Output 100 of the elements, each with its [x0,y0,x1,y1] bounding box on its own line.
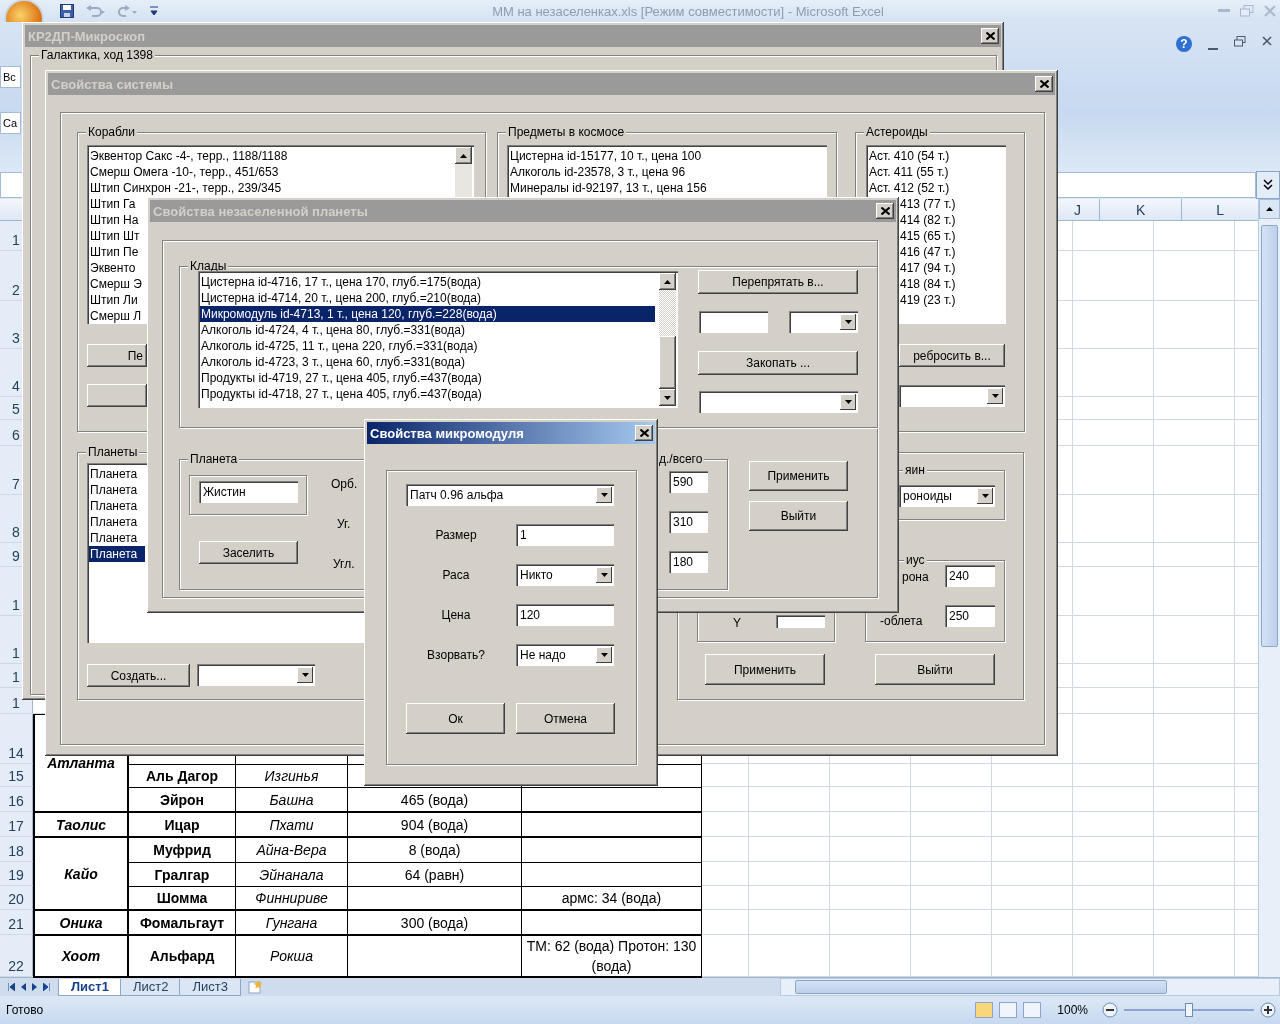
row-header[interactable]: 18 [0,837,33,862]
button[interactable]: Создать... [87,664,190,687]
close-icon[interactable] [1262,36,1272,46]
list-item[interactable]: Цистерна id-15177, 10 т., цена 100 [509,148,703,164]
row-header[interactable]: 19 [0,862,33,886]
list-item[interactable]: Минералы id-92197, 13 т., цена 156 [509,180,708,196]
close-button[interactable] [876,203,894,219]
skip-right-icon[interactable] [43,983,50,992]
scroll-up-button[interactable] [659,273,676,290]
button[interactable]: Применить [705,654,825,685]
dropdown[interactable]: Никто [516,564,614,586]
row-header[interactable]: 21 [0,910,33,935]
text-field[interactable]: 250 [945,605,995,627]
list-item[interactable]: Аст. 411 (55 т.) [868,164,950,180]
restore-icon[interactable] [1234,36,1246,48]
list-item[interactable]: Штип Га [89,196,145,212]
text-field[interactable]: 120 [516,604,614,626]
list-item[interactable]: Микромодуль id-4713, 1 т., цена 120, глуб.=228(вода) [200,306,655,322]
text-field[interactable]: 590 [669,471,708,493]
list-item[interactable]: Алкоголь id-23578, 3 т., цена 96 [509,164,687,180]
list-item[interactable]: 414 (82 т.) [899,212,957,228]
text-field[interactable]: 1 [516,524,614,546]
vertical-scrollbar[interactable] [1258,199,1280,978]
button[interactable]: Закопать ... [698,351,858,375]
dropdown[interactable] [899,385,1005,407]
list-item[interactable]: 417 (94 т.) [899,260,957,276]
button[interactable]: Ок [406,703,505,734]
list-item[interactable]: Алкоголь id-4723, 3 т., цена 60, глуб.=331(вода) [200,354,655,370]
button[interactable]: Выйти [875,654,995,685]
list-item[interactable]: Планета [89,546,145,562]
scroll-down-button[interactable] [659,389,676,406]
list-item[interactable]: Алкоголь id-4725, 11 т., цена 220, глуб.=331(вода) [200,338,655,354]
scrollbar-thumb[interactable] [659,336,676,389]
list-item[interactable]: 415 (65 т.) [899,228,957,244]
list-item[interactable]: Цистерна id-4716, 17 т., цена 170, глуб.=175(вода) [200,274,655,290]
dropdown[interactable] [789,311,858,333]
list-item[interactable]: Алкоголь id-4724, 4 т., цена 80, глуб.=331(вода) [200,322,655,338]
scroll-up-button[interactable] [1259,199,1280,220]
list-item[interactable]: Планета [89,514,145,530]
list-item[interactable]: 413 (77 т.) [899,196,957,212]
list-item[interactable]: Аст. 412 (52 т.) [868,180,951,196]
scrollbar[interactable] [659,273,676,406]
text-field[interactable]: Жистин [199,481,298,503]
list-item[interactable]: Смерш Омега -10-, терр., 451/653 [89,164,280,180]
skip-left-icon[interactable] [8,983,15,992]
dropdown-caret-icon[interactable] [150,6,158,16]
list-item[interactable]: Смерш Л [89,308,145,324]
list-item[interactable]: Штип Ли [89,292,145,308]
list-item[interactable]: 416 (47 т.) [899,244,957,260]
row-header[interactable]: 15 [0,764,33,787]
dropdown[interactable]: Не надо [516,644,614,666]
horizontal-scrollbar[interactable] [780,978,1280,997]
dropdown[interactable]: Патч 0.96 альфа [406,484,614,506]
row-header[interactable]: 16 [0,787,33,812]
list-item[interactable]: Штип На [89,212,145,228]
scroll-up-button[interactable] [455,147,472,164]
list-item[interactable]: 419 (23 т.) [899,292,957,308]
zoom-out-icon[interactable] [1102,1002,1118,1019]
list-item[interactable]: Эквенто [89,260,145,276]
list-item[interactable]: Планета [89,498,145,514]
list-box[interactable] [198,271,678,408]
row-header[interactable]: 14 [0,714,33,764]
list-item[interactable]: Эквентор Сакс -4-, терр., 1188/1188 [89,148,289,164]
scrollbar-thumb[interactable] [795,980,1167,995]
close-button[interactable] [981,28,999,44]
list-item[interactable]: Смерш Э [89,276,145,292]
row-header[interactable]: 20 [0,886,33,910]
button[interactable]: Применить [749,461,848,491]
list-item[interactable]: 418 (84 т.) [899,276,957,292]
slider-thumb[interactable] [1185,1003,1193,1018]
row-header[interactable]: 17 [0,812,33,837]
list-item[interactable]: Штип Пе [89,244,145,260]
sheet-tab[interactable]: Лист2 [119,978,182,996]
text-field[interactable]: 180 [669,551,708,573]
button[interactable]: Отмена [516,703,615,734]
scrollbar-thumb[interactable] [1261,225,1278,648]
dropdown[interactable] [699,391,858,413]
row-header[interactable]: 22 [0,935,33,977]
list-item[interactable]: Продукты id-4718, 27 т., цена 405, глуб.=437(вода) [200,386,655,402]
button[interactable]: ребросить в... [899,344,1005,367]
list-item[interactable]: Штип Шт [89,228,145,244]
list-item[interactable]: Цистерна id-4714, 20 т., цена 200, глуб.=210(вода) [200,290,655,306]
ribbon-control[interactable]: Ca [0,112,21,134]
close-button[interactable] [1035,76,1053,92]
left-triangle-icon[interactable] [21,983,26,992]
text-field[interactable] [776,615,825,628]
help-button[interactable]: ? [1176,36,1192,52]
right-triangle-icon[interactable] [32,983,37,992]
ribbon-control[interactable]: Вс [0,66,21,88]
list-item[interactable]: Планета [89,482,145,498]
button[interactable]: Выйти [749,501,848,531]
column-header[interactable]: K [1099,199,1182,221]
text-field[interactable]: 240 [945,565,995,587]
zoom-in-icon[interactable] [1260,1002,1276,1019]
list-item[interactable]: Штип Синхрон -21-, терр., 239/345 [89,180,283,196]
text-field[interactable] [699,311,768,333]
button[interactable] [87,384,147,407]
sheet-tab[interactable]: Лист1 [58,978,122,996]
dropdown[interactable]: роноиды [899,485,995,507]
list-item[interactable]: Планета [89,466,145,482]
